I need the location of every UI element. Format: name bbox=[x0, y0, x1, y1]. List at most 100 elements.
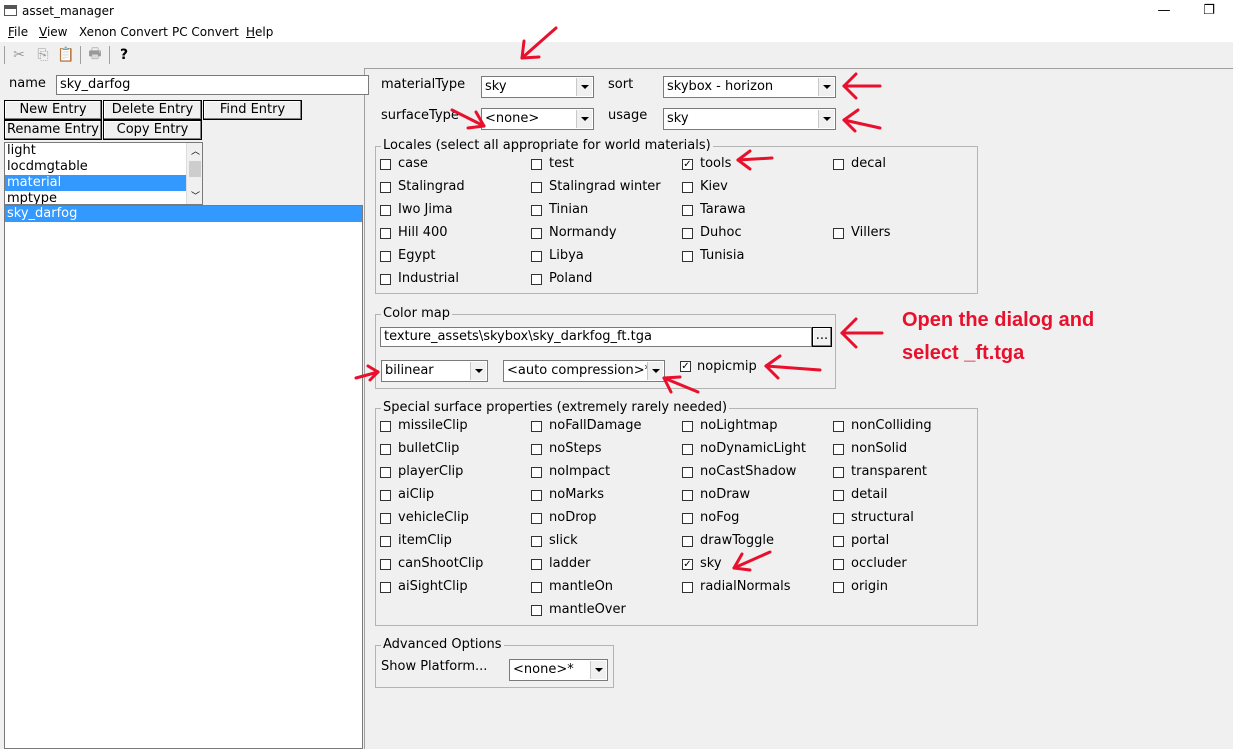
chevron-down-icon[interactable] bbox=[647, 362, 663, 380]
nomarks-checkbox[interactable] bbox=[531, 490, 542, 501]
copy-icon[interactable]: ⎘ bbox=[32, 45, 54, 65]
menu-file[interactable]: File bbox=[8, 25, 28, 39]
asset-type-item[interactable]: light bbox=[5, 143, 186, 159]
minimize-icon[interactable]: — bbox=[1152, 2, 1176, 20]
normandy-checkbox[interactable] bbox=[531, 228, 542, 239]
nonsolid-checkbox[interactable] bbox=[833, 444, 844, 455]
villers-checkbox[interactable] bbox=[833, 228, 844, 239]
arrow-to-browse bbox=[840, 317, 884, 349]
usage-select[interactable]: sky bbox=[663, 108, 836, 130]
paste-icon[interactable]: 📋 bbox=[55, 45, 77, 65]
canshootclip-checkbox[interactable] bbox=[380, 559, 391, 570]
case-checkbox[interactable] bbox=[380, 159, 391, 170]
egypt-checkbox[interactable] bbox=[380, 251, 391, 262]
industrial-checkbox[interactable] bbox=[380, 274, 391, 285]
stalingrad-winter-checkbox[interactable] bbox=[531, 182, 542, 193]
cut-icon[interactable]: ✂ bbox=[8, 45, 30, 65]
asset-type-item[interactable]: material bbox=[5, 175, 186, 191]
sky-checkbox[interactable]: ✓ bbox=[682, 559, 693, 570]
copy-entry-button[interactable]: Copy Entry bbox=[103, 120, 202, 140]
aisightclip-checkbox[interactable] bbox=[380, 582, 391, 593]
noimpact-checkbox[interactable] bbox=[531, 467, 542, 478]
entry-item[interactable]: sky_darfog bbox=[5, 206, 362, 222]
chevron-down-icon[interactable] bbox=[818, 78, 834, 96]
poland-checkbox[interactable] bbox=[531, 274, 542, 285]
print-icon[interactable]: 🖶 bbox=[84, 45, 106, 65]
portal-checkbox[interactable] bbox=[833, 536, 844, 547]
chevron-down-icon[interactable] bbox=[818, 110, 834, 128]
platform-select[interactable]: <none>* bbox=[509, 659, 608, 681]
nodynamiclight-checkbox[interactable] bbox=[682, 444, 693, 455]
nofalldamage-checkbox[interactable] bbox=[531, 421, 542, 432]
help-icon[interactable]: ? bbox=[113, 45, 135, 65]
asset-type-item[interactable]: locdmgtable bbox=[5, 159, 186, 175]
menu-help[interactable]: Help bbox=[246, 25, 273, 39]
itemclip-checkbox[interactable] bbox=[380, 536, 391, 547]
type-list-scrollbar[interactable]: ︿ ﹀ bbox=[186, 143, 202, 204]
restore-icon[interactable]: ❐ bbox=[1197, 2, 1221, 20]
tinian-checkbox[interactable] bbox=[531, 205, 542, 216]
new-entry-button[interactable]: New Entry bbox=[4, 100, 102, 120]
scroll-up-icon[interactable]: ︿ bbox=[191, 144, 200, 157]
menu-view[interactable]: View bbox=[39, 25, 67, 39]
origin-checkbox[interactable] bbox=[833, 582, 844, 593]
scroll-down-icon[interactable]: ﹀ bbox=[191, 189, 200, 202]
radialnormals-checkbox[interactable] bbox=[682, 582, 693, 593]
nodraw-checkbox[interactable] bbox=[682, 490, 693, 501]
name-field[interactable]: sky_darfog bbox=[56, 75, 369, 95]
missileclip-checkbox[interactable] bbox=[380, 421, 391, 432]
bulletclip-checkbox[interactable] bbox=[380, 444, 391, 455]
chevron-down-icon[interactable] bbox=[470, 362, 486, 380]
test-label: test bbox=[549, 156, 574, 171]
detail-checkbox[interactable] bbox=[833, 490, 844, 501]
nopicmip-checkbox[interactable]: ✓ bbox=[680, 361, 691, 372]
decal-checkbox[interactable] bbox=[833, 159, 844, 170]
nofog-checkbox[interactable] bbox=[682, 513, 693, 524]
mantleon-checkbox[interactable] bbox=[531, 582, 542, 593]
rename-entry-button[interactable]: Rename Entry bbox=[4, 120, 102, 140]
surface-type-select[interactable]: <none> bbox=[481, 108, 594, 130]
tunisia-checkbox[interactable] bbox=[682, 251, 693, 262]
compression-select[interactable]: <auto compression>* bbox=[503, 360, 665, 382]
stalingrad-checkbox[interactable] bbox=[380, 182, 391, 193]
aiclip-checkbox[interactable] bbox=[380, 490, 391, 501]
menu-pc-convert[interactable]: PC Convert bbox=[172, 25, 239, 39]
scroll-thumb[interactable] bbox=[189, 161, 201, 177]
noncolliding-checkbox[interactable] bbox=[833, 421, 844, 432]
ladder-checkbox[interactable] bbox=[531, 559, 542, 570]
colormap-path-field[interactable]: texture_assets\skybox\sky_darkfog_ft.tga bbox=[380, 327, 812, 347]
drawtoggle-checkbox[interactable] bbox=[682, 536, 693, 547]
kiev-checkbox[interactable] bbox=[682, 182, 693, 193]
entry-list[interactable]: sky_darfog bbox=[4, 205, 363, 749]
chevron-down-icon[interactable] bbox=[576, 78, 592, 96]
sort-select[interactable]: skybox - horizon bbox=[663, 76, 836, 98]
duhoc-checkbox[interactable] bbox=[682, 228, 693, 239]
nolightmap-checkbox[interactable] bbox=[682, 421, 693, 432]
find-entry-button[interactable]: Find Entry bbox=[203, 100, 302, 120]
nocastshadow-checkbox[interactable] bbox=[682, 467, 693, 478]
chevron-down-icon[interactable] bbox=[576, 110, 592, 128]
material-type-select[interactable]: sky bbox=[481, 76, 594, 98]
browse-button[interactable]: ... bbox=[812, 327, 832, 347]
menu-xenon-convert[interactable]: Xenon Convert bbox=[79, 25, 168, 39]
asset-type-item[interactable]: mptype bbox=[5, 191, 186, 204]
vehicleclip-checkbox[interactable] bbox=[380, 513, 391, 524]
iwo-jima-checkbox[interactable] bbox=[380, 205, 391, 216]
structural-checkbox[interactable] bbox=[833, 513, 844, 524]
test-checkbox[interactable] bbox=[531, 159, 542, 170]
playerclip-checkbox[interactable] bbox=[380, 467, 391, 478]
mantleover-checkbox[interactable] bbox=[531, 605, 542, 616]
slick-checkbox[interactable] bbox=[531, 536, 542, 547]
nodrop-checkbox[interactable] bbox=[531, 513, 542, 524]
libya-checkbox[interactable] bbox=[531, 251, 542, 262]
tarawa-checkbox[interactable] bbox=[682, 205, 693, 216]
delete-entry-button[interactable]: Delete Entry bbox=[103, 100, 202, 120]
chevron-down-icon[interactable] bbox=[590, 661, 606, 679]
transparent-checkbox[interactable] bbox=[833, 467, 844, 478]
occluder-checkbox[interactable] bbox=[833, 559, 844, 570]
filter-select[interactable]: bilinear bbox=[381, 360, 488, 382]
tools-checkbox[interactable]: ✓ bbox=[682, 159, 693, 170]
hill-400-checkbox[interactable] bbox=[380, 228, 391, 239]
asset-type-list[interactable]: light locdmgtable material mptype ︿ ﹀ bbox=[4, 142, 203, 205]
nosteps-checkbox[interactable] bbox=[531, 444, 542, 455]
